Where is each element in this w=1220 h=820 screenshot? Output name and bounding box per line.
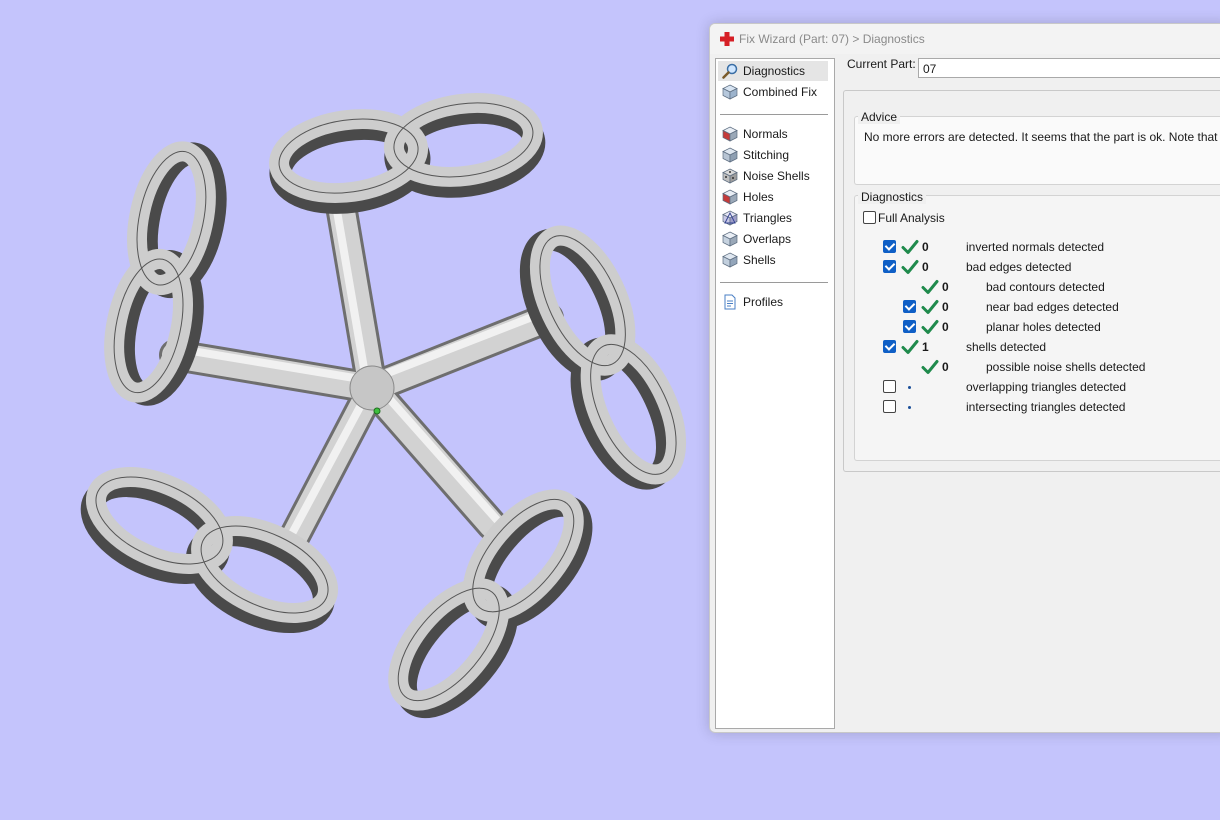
green-check-icon <box>901 340 919 354</box>
diagnostic-count: 0 <box>942 280 949 294</box>
diagnostic-row: 0 possible noise shells detected <box>710 360 1220 378</box>
full-analysis-label: Full Analysis <box>878 211 945 225</box>
title-bar[interactable]: Fix Wizard (Part: 07) > Diagnostics <box>710 24 1220 54</box>
diagnostic-checkbox[interactable] <box>883 260 896 273</box>
nav-item-normals[interactable]: Normals <box>718 124 828 144</box>
nav-item-label: Noise Shells <box>743 169 810 183</box>
current-part-field[interactable]: 07 <box>918 58 1220 78</box>
nav-item-label: Triangles <box>743 211 792 225</box>
diagnostic-row: 0 inverted normals detected <box>710 240 1220 258</box>
diagnostic-checkbox[interactable] <box>883 380 896 393</box>
green-check-icon <box>901 260 919 274</box>
diagnostics-title: Diagnostics <box>858 190 927 204</box>
triangles-icon <box>722 210 738 226</box>
nav-item-label: Combined Fix <box>743 85 818 99</box>
nav-item-holes[interactable]: Holes <box>718 187 828 207</box>
pending-dot-icon <box>908 386 911 389</box>
nav-item-noise-shells[interactable]: Noise Shells <box>718 166 828 186</box>
diagnostic-checkbox[interactable] <box>903 320 916 333</box>
nav-item-stitching[interactable]: Stitching <box>718 145 828 165</box>
stitching-icon <box>722 147 738 163</box>
diagnostic-label: near bad edges detected <box>986 300 1119 314</box>
window-title: Fix Wizard (Part: 07) > Diagnostics <box>739 32 925 46</box>
diagnostic-label: bad edges detected <box>966 260 1072 274</box>
diagnostic-row: 0 bad edges detected <box>710 260 1220 278</box>
advice-title: Advice <box>858 110 901 124</box>
diagnostic-checkbox[interactable] <box>883 340 896 353</box>
diagnostic-label: possible noise shells detected <box>986 360 1146 374</box>
diagnostic-count: 0 <box>942 360 949 374</box>
diagnostic-label: inverted normals detected <box>966 240 1105 254</box>
drone-frame-model <box>80 92 687 719</box>
green-check-icon <box>921 300 939 314</box>
normals-icon <box>722 126 738 142</box>
diagnostic-row: 1 shells detected <box>710 340 1220 358</box>
green-check-icon <box>901 240 919 254</box>
nav-item-label: Diagnostics <box>743 64 806 78</box>
diagnostic-label: bad contours detected <box>986 280 1105 294</box>
diagnostic-row: 0 near bad edges detected <box>710 300 1220 318</box>
current-part-label: Current Part: <box>847 57 916 71</box>
diagnostic-checkbox[interactable] <box>883 240 896 253</box>
part-model-view[interactable] <box>0 0 710 820</box>
noise-shells-icon <box>722 168 738 184</box>
nav-item-diagnostics[interactable]: Diagnostics <box>718 61 828 81</box>
diagnostic-count: 0 <box>922 240 929 254</box>
nav-separator <box>720 114 828 115</box>
diagnostic-count: 0 <box>942 300 949 314</box>
diagnostic-row: overlapping triangles detected <box>710 380 1220 398</box>
diagnostic-row: 0 bad contours detected <box>710 280 1220 298</box>
red-cross-icon <box>720 32 734 46</box>
nav-item-label: Normals <box>743 127 788 141</box>
advice-group <box>854 116 1220 185</box>
diagnostic-row: intersecting triangles detected <box>710 400 1220 418</box>
diagnostic-count: 0 <box>942 320 949 334</box>
green-check-icon <box>921 280 939 294</box>
nav-item-label: Stitching <box>743 148 790 162</box>
nav-item-triangles[interactable]: Triangles <box>718 208 828 228</box>
full-analysis-checkbox[interactable] <box>863 211 876 224</box>
diagnostic-count: 1 <box>922 340 929 354</box>
diagnostic-label: intersecting triangles detected <box>966 400 1126 414</box>
diagnostic-count: 0 <box>922 260 929 274</box>
3d-viewport[interactable] <box>0 0 710 820</box>
diagnostic-checkbox[interactable] <box>903 300 916 313</box>
diagnostic-label: shells detected <box>966 340 1047 354</box>
pending-dot-icon <box>908 406 911 409</box>
nav-item-label: Holes <box>743 190 774 204</box>
diagnostic-checkbox[interactable] <box>883 400 896 413</box>
nav-item-combined-fix[interactable]: Combined Fix <box>718 82 828 102</box>
combined-fix-icon <box>722 84 738 100</box>
magnifier-icon <box>722 63 738 79</box>
diagnostic-label: overlapping triangles detected <box>966 380 1127 394</box>
diagnostic-label: planar holes detected <box>986 320 1101 334</box>
green-check-icon <box>921 320 939 334</box>
fix-wizard-dialog: Fix Wizard (Part: 07) > Diagnostics Diag… <box>709 23 1220 733</box>
diagnostic-row: 0 planar holes detected <box>710 320 1220 338</box>
holes-icon <box>722 189 738 205</box>
advice-text: No more errors are detected. It seems th… <box>864 130 1220 144</box>
green-check-icon <box>921 360 939 374</box>
